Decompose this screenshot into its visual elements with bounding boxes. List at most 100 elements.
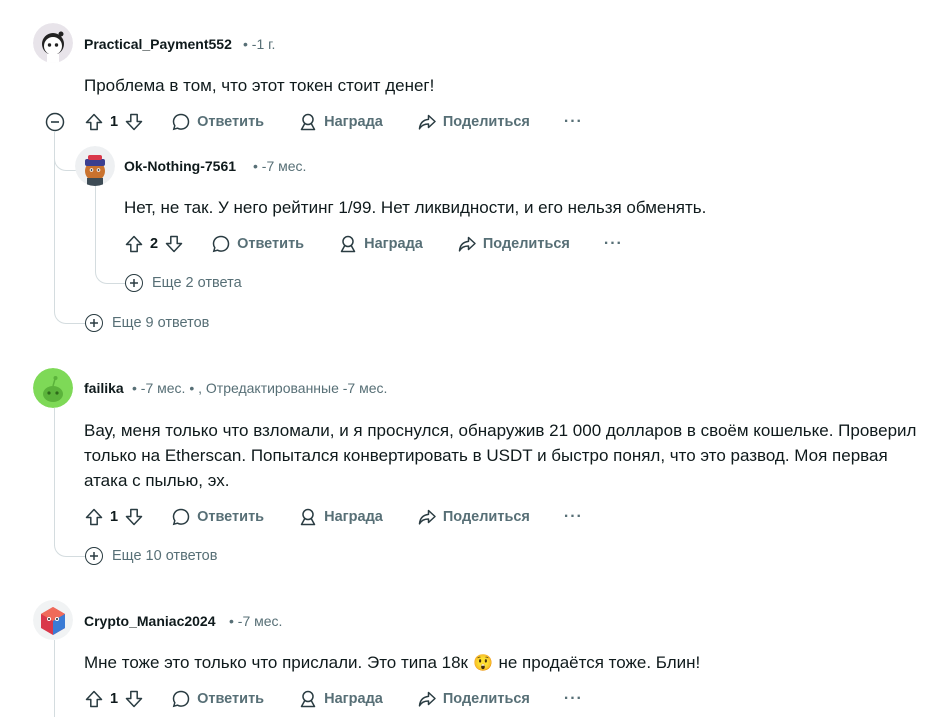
more-replies-button[interactable]: Еще 10 ответов <box>85 547 217 565</box>
thread-line <box>95 186 96 266</box>
thread-line <box>54 408 55 546</box>
downvote-icon[interactable] <box>124 689 144 709</box>
vote-count: 1 <box>110 691 119 707</box>
vote-count: 1 <box>110 114 119 130</box>
expand-icon <box>85 314 103 332</box>
share-label: Поделиться <box>442 509 530 525</box>
comment-actions: 1 Ответить Награда Поделиться ··· <box>84 683 583 715</box>
award-label: Награда <box>324 691 383 707</box>
award-button[interactable]: Награда <box>298 507 383 527</box>
share-button[interactable]: Поделиться <box>417 689 530 709</box>
vote-group: 1 <box>84 112 144 132</box>
comment-body-line: Вау, меня только что взломали, и я просн… <box>84 421 917 440</box>
more-replies-label: Еще 2 ответа <box>152 275 242 291</box>
more-replies-button[interactable]: Еще 9 ответов <box>85 314 209 332</box>
comment-body-text: не продаётся тоже. Блин! <box>498 653 701 672</box>
reply-button[interactable]: Ответить <box>171 507 264 527</box>
share-icon <box>417 507 437 527</box>
comment-meta: • -1 г. <box>243 36 276 52</box>
reply-label: Ответить <box>197 114 265 130</box>
comment-author[interactable]: Crypto_Maniac2024 <box>84 613 216 629</box>
expand-icon <box>85 547 103 565</box>
downvote-icon[interactable] <box>124 507 144 527</box>
award-icon <box>338 234 358 254</box>
award-label: Награда <box>324 509 383 525</box>
comment-body-line: только на Etherscan. Попытался конвертир… <box>84 446 888 465</box>
reply-label: Ответить <box>197 691 265 707</box>
award-icon <box>298 507 318 527</box>
comment-author[interactable]: failika <box>84 380 124 396</box>
comment-icon <box>171 112 191 132</box>
comment-meta: • -7 мес. • , Отредактированные -7 мес. <box>132 380 388 396</box>
comment-author[interactable]: Ok-Nothing-7561 <box>124 158 236 174</box>
reply-button[interactable]: Ответить <box>171 112 264 132</box>
share-label: Поделиться <box>442 691 530 707</box>
thread-connector <box>54 533 86 557</box>
thread-line <box>54 640 55 717</box>
reply-label: Ответить <box>197 509 265 525</box>
vote-count: 2 <box>150 236 159 252</box>
comment-body: Нет, не так. У него рейтинг 1/99. Нет ли… <box>124 198 707 217</box>
upvote-icon[interactable] <box>84 689 104 709</box>
avatar[interactable] <box>33 23 73 63</box>
comment-icon <box>171 507 191 527</box>
share-button[interactable]: Поделиться <box>457 234 570 254</box>
downvote-icon[interactable] <box>164 234 184 254</box>
collapse-button[interactable] <box>45 112 65 132</box>
reply-button[interactable]: Ответить <box>171 689 264 709</box>
avatar[interactable] <box>75 146 115 186</box>
astonished-emoji-icon: 😲 <box>473 655 494 672</box>
comment-body-text: Мне тоже это только что прислали. Это ти… <box>84 653 468 672</box>
comment-body: Проблема в том, что этот токен стоит ден… <box>84 76 435 95</box>
share-icon <box>417 112 437 132</box>
comment-icon <box>211 234 231 254</box>
more-options-button[interactable]: ··· <box>564 113 583 131</box>
share-icon <box>417 689 437 709</box>
thread-connector <box>54 150 77 171</box>
reply-label: Ответить <box>237 236 305 252</box>
share-label: Поделиться <box>482 236 570 252</box>
award-icon <box>298 689 318 709</box>
comment-body: Мне тоже это только что прислали. Это ти… <box>84 650 700 676</box>
upvote-icon[interactable] <box>84 507 104 527</box>
vote-group: 1 <box>84 507 144 527</box>
comment-body: Вау, меня только что взломали, и я просн… <box>84 418 916 493</box>
collapse-icon <box>45 112 65 136</box>
upvote-icon[interactable] <box>124 234 144 254</box>
more-options-button[interactable]: ··· <box>564 690 583 708</box>
comment-meta: • -7 мес. <box>253 158 307 174</box>
expand-icon <box>125 274 143 292</box>
comment-actions: 2 Ответить Награда Поделиться ··· <box>124 228 623 260</box>
avatar[interactable] <box>33 600 73 640</box>
upvote-icon[interactable] <box>84 112 104 132</box>
downvote-icon[interactable] <box>124 112 144 132</box>
share-button[interactable]: Поделиться <box>417 507 530 527</box>
avatar[interactable] <box>33 368 73 408</box>
comment-icon <box>171 689 191 709</box>
more-replies-label: Еще 10 ответов <box>112 548 218 564</box>
share-icon <box>457 234 477 254</box>
share-button[interactable]: Поделиться <box>417 112 530 132</box>
award-label: Награда <box>364 236 423 252</box>
vote-group: 2 <box>124 234 184 254</box>
more-options-button[interactable]: ··· <box>564 508 583 526</box>
comment-meta: • -7 мес. <box>229 613 283 629</box>
vote-count: 1 <box>110 509 119 525</box>
thread-connector <box>54 300 86 324</box>
share-label: Поделиться <box>442 114 530 130</box>
award-icon <box>298 112 318 132</box>
vote-group: 1 <box>84 689 144 709</box>
comment-author[interactable]: Practical_Payment552 <box>84 36 232 52</box>
comment-body-line: атака с пылью, эх. <box>84 471 230 490</box>
award-label: Награда <box>324 114 383 130</box>
more-replies-button[interactable]: Еще 2 ответа <box>125 274 242 292</box>
more-options-button[interactable]: ··· <box>604 235 623 253</box>
comment-actions: 1 Ответить Награда Поделиться ··· <box>84 501 583 533</box>
thread-connector <box>95 266 126 284</box>
award-button[interactable]: Награда <box>298 112 383 132</box>
reply-button[interactable]: Ответить <box>211 234 304 254</box>
award-button[interactable]: Награда <box>338 234 423 254</box>
more-replies-label: Еще 9 ответов <box>112 315 210 331</box>
award-button[interactable]: Награда <box>298 689 383 709</box>
comment-actions: 1 Ответить Награда Поделиться ··· <box>84 106 583 138</box>
